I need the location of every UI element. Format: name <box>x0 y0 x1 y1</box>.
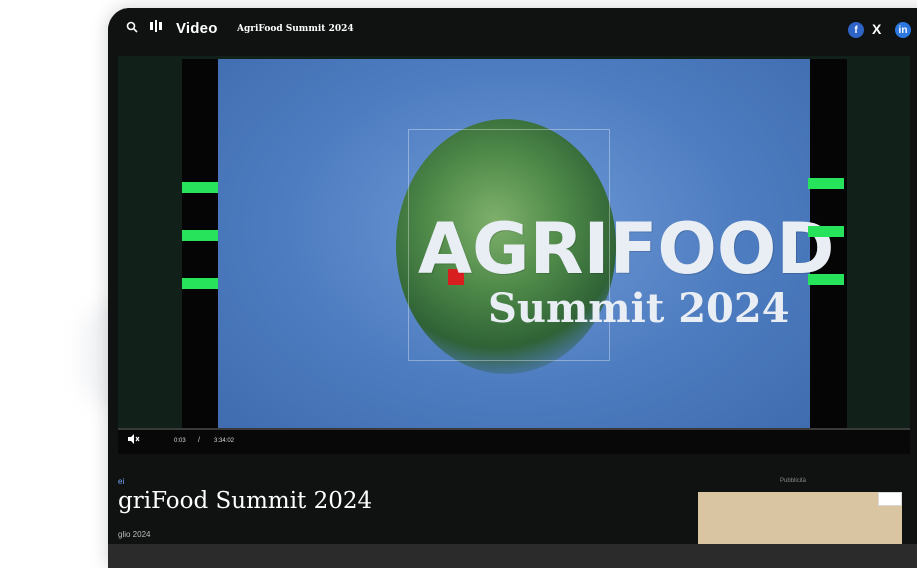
top-bar: Video AgriFood Summit 2024 f X in <box>108 8 917 48</box>
video-progress-track[interactable] <box>118 428 910 430</box>
brand-title: AGRIFOOD <box>418 208 835 290</box>
time-separator: / <box>198 437 200 444</box>
video-title-top: AgriFood Summit 2024 <box>237 24 354 34</box>
ad-image[interactable] <box>698 492 902 548</box>
linkedin-icon[interactable]: in <box>895 22 911 38</box>
video-date: glio 2024 <box>118 530 151 539</box>
bottom-bar <box>108 544 917 568</box>
device-screen: Video AgriFood Summit 2024 f X in AGRIFO… <box>108 8 917 568</box>
video-player[interactable]: AGRIFOOD Summit 2024 <box>118 56 910 451</box>
x-icon[interactable]: X <box>872 21 881 37</box>
green-bar-right-2 <box>808 226 844 237</box>
green-bar-left-3 <box>182 278 218 289</box>
facebook-icon[interactable]: f <box>848 22 864 38</box>
green-bar-right-1 <box>808 178 844 189</box>
mute-icon[interactable] <box>128 434 140 444</box>
player-frame: AGRIFOOD Summit 2024 <box>182 59 847 449</box>
ad-label: Pubblicità <box>780 478 807 484</box>
section-label[interactable]: Video <box>176 20 218 37</box>
video-category[interactable]: ei <box>118 477 124 486</box>
search-icon[interactable] <box>126 21 138 33</box>
video-title: griFood Summit 2024 <box>118 488 373 514</box>
time-current: 0:03 <box>174 438 186 444</box>
green-bar-right-3 <box>808 274 844 285</box>
site-logo-icon[interactable] <box>150 20 164 32</box>
green-bar-left-1 <box>182 182 218 193</box>
green-bar-left-2 <box>182 230 218 241</box>
brand-subtitle: Summit 2024 <box>488 285 790 332</box>
video-frame: AGRIFOOD Summit 2024 <box>218 59 835 431</box>
ad-close-icon[interactable] <box>878 492 902 506</box>
time-total: 3:34:02 <box>214 438 235 444</box>
video-controls: 0:03 / 3:34:02 <box>118 428 910 454</box>
